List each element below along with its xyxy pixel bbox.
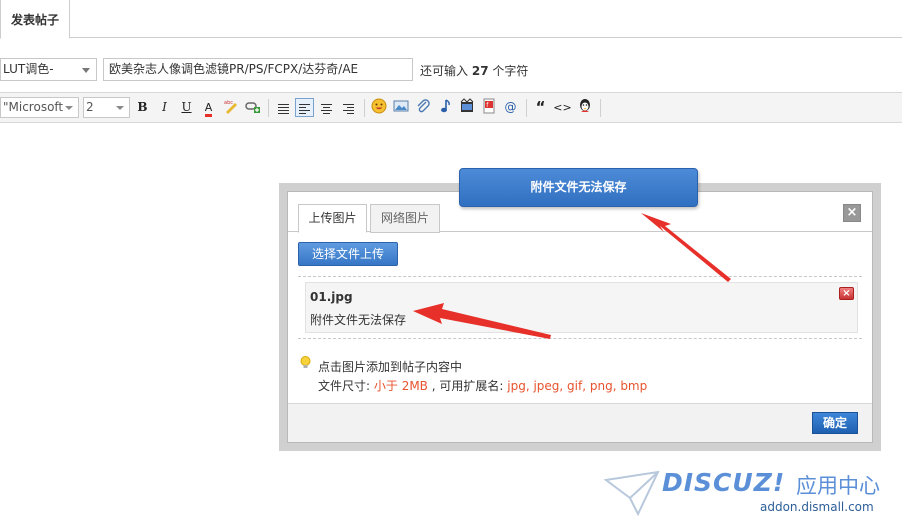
editor-toolbar: "Microsoft 2 B I U A abc f @ “ <>: [0, 92, 902, 123]
align-center-icon[interactable]: [317, 98, 336, 117]
delete-icon[interactable]: ×: [839, 287, 854, 300]
tab-new-post[interactable]: 发表帖子: [0, 0, 70, 39]
paper-plane-icon: [604, 470, 660, 516]
discuz-logo: DISCUZ!: [662, 468, 786, 497]
app-center-label: 应用中心: [796, 474, 880, 498]
ext-value: jpg, jpeg, gif, png, bmp: [507, 379, 648, 393]
align-right-icon[interactable]: [339, 98, 358, 117]
lightbulb-icon: [300, 356, 311, 368]
font-family-value: "Microsoft: [3, 100, 64, 114]
chevron-down-icon: [65, 106, 73, 110]
char-hint-count: 27: [471, 64, 489, 78]
italic-icon[interactable]: I: [155, 98, 174, 117]
upload-dialog-frame: 上传图片 网络图片 × 选择文件上传 01.jpg 附件文件无法保存 × 点击图…: [279, 183, 881, 451]
font-size-value: 2: [86, 100, 94, 114]
at-icon[interactable]: @: [501, 98, 520, 117]
tab-upload-image[interactable]: 上传图片: [298, 204, 367, 233]
code-icon[interactable]: <>: [553, 98, 572, 117]
underline-icon[interactable]: U: [177, 98, 196, 117]
tip-file-limits: 文件尺寸: 小于 2MB , 可用扩展名: jpg, jpeg, gif, pn…: [318, 377, 647, 394]
image-icon[interactable]: [391, 98, 410, 117]
font-size-select[interactable]: 2: [83, 97, 130, 118]
discuz-watermark: DISCUZ! 应用中心 addon.dismall.com: [600, 464, 900, 524]
upload-dialog: 上传图片 网络图片 × 选择文件上传 01.jpg 附件文件无法保存 × 点击图…: [287, 191, 873, 443]
align-justify-icon[interactable]: [274, 98, 293, 117]
watermark-url: addon.dismall.com: [760, 500, 874, 514]
bold-icon[interactable]: B: [133, 98, 152, 117]
music-icon[interactable]: [435, 98, 454, 117]
quote-icon[interactable]: “: [531, 98, 550, 117]
post-type-value: LUT调色-: [3, 62, 54, 76]
chevron-down-icon: [116, 106, 124, 110]
divider: [298, 276, 862, 277]
font-color-icon[interactable]: A: [199, 98, 218, 117]
post-title-input[interactable]: 欧美杂志人像调色滤镜PR/PS/FCPX/达芬奇/AE: [103, 58, 413, 81]
ok-button[interactable]: 确定: [812, 412, 858, 434]
tab-network-image[interactable]: 网络图片: [370, 204, 440, 233]
tip-click-image: 点击图片添加到帖子内容中: [318, 360, 463, 374]
char-count-hint: 还可输入 27 个字符: [420, 62, 528, 79]
char-hint-prefix: 还可输入: [420, 64, 469, 78]
chevron-down-icon: [82, 68, 90, 73]
size-value: 小于 2MB: [373, 379, 428, 393]
post-type-select[interactable]: LUT调色-: [0, 58, 97, 81]
file-status: 附件文件无法保存: [310, 313, 407, 327]
svg-text:abc: abc: [224, 100, 233, 106]
user-icon[interactable]: [575, 98, 594, 117]
video-icon[interactable]: [457, 98, 476, 117]
dialog-footer: 确定: [288, 403, 872, 442]
select-file-upload-button[interactable]: 选择文件上传: [298, 242, 398, 266]
toolbar-divider: [364, 99, 365, 117]
post-tabs: 发表帖子: [0, 0, 902, 39]
font-color-letter: A: [204, 101, 213, 117]
smiley-icon[interactable]: [369, 98, 388, 117]
attachment-icon[interactable]: [413, 98, 432, 117]
divider: [298, 338, 862, 339]
font-family-select[interactable]: "Microsoft: [0, 97, 79, 118]
spellcheck-icon[interactable]: abc: [221, 98, 240, 117]
toolbar-divider: [268, 99, 269, 117]
char-hint-suffix: 个字符: [492, 64, 529, 78]
close-icon[interactable]: ×: [843, 204, 861, 222]
error-notice: 附件文件无法保存: [459, 168, 698, 207]
link-icon[interactable]: [243, 98, 262, 117]
flash-icon[interactable]: f: [479, 98, 498, 117]
align-left-icon[interactable]: [295, 98, 314, 117]
size-label: 文件尺寸:: [318, 379, 371, 393]
ext-label: , 可用扩展名:: [431, 379, 504, 393]
toolbar-divider: [526, 99, 527, 117]
post-title-value: 欧美杂志人像调色滤镜PR/PS/FCPX/达芬奇/AE: [109, 62, 359, 76]
uploaded-file-item: 01.jpg 附件文件无法保存 ×: [305, 282, 858, 333]
toolbar-divider: [600, 99, 601, 117]
file-name: 01.jpg: [310, 290, 353, 304]
